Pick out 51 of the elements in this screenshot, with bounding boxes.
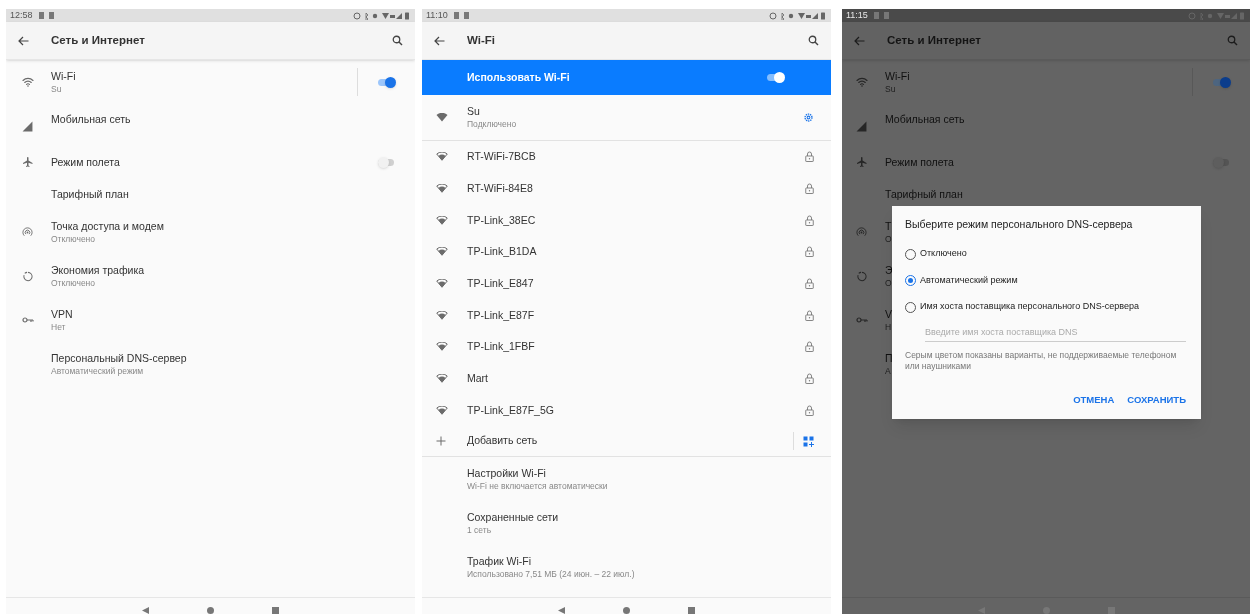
dialog-note: Серым цветом показаны варианты, не поддерживаемые телефоном или наушниками [905,350,1178,373]
add-network-label: Добавить сеть [467,433,539,449]
option-label: Автоматический режим [920,273,1018,287]
status-time: 11:15 [846,11,868,20]
item-title: Трафик Wi-Fi [467,554,531,568]
item-title: Режим полета [885,155,954,169]
item-title: Персональный DNS-сервер [51,351,187,365]
screen-title: Wi-Fi [467,32,496,48]
item-title: Т [885,219,892,233]
screen-title: Сеть и Интернет [51,32,146,48]
item-subtitle: 1 сеть [467,523,492,536]
network-name: TP-Link_1FBF [467,340,536,354]
network-name: TP-Link_B1DA [467,245,538,259]
network-name: RT-WiFi-7BCB [467,150,537,164]
network-name: TP-Link_E87F [467,308,536,322]
item-title: Настройки Wi-Fi [467,466,546,480]
option-label: Имя хоста поставщика персонального DNS-сервера [920,300,1139,314]
item-title: Мобильная сеть [885,113,965,126]
item-title: Wi-Fi [885,69,910,83]
item-title: П [885,351,893,365]
item-subtitle: Отключено [51,232,96,245]
item-title: Э [885,263,893,277]
item-title: Экономия трафика [51,263,145,277]
item-subtitle: Wi-Fi не включается автоматически [467,479,608,492]
network-name: TP-Link_E87F_5G [467,403,555,417]
item-title: Тарифный план [51,187,129,201]
network-name: TP-Link_E847 [467,277,535,291]
item-subtitle: Автоматический режим [51,364,144,377]
screen-title: Сеть и Интернет [887,32,982,48]
dialog-title: Выберите режим персонального DNS-сервера [905,217,1134,232]
item-subtitle: Нет [51,320,66,333]
item-title: Точка доступа и модем [51,219,164,233]
status-time: 12:58 [10,11,33,20]
item-title: Режим полета [51,155,120,169]
item-subtitle: Использовано 7,51 МБ (24 июн. – 22 июл.) [467,567,635,580]
network-name: Mart [467,372,489,386]
item-title: Мобильная сеть [51,113,131,126]
master-switch-label: Использовать Wi-Fi [467,69,571,85]
item-title: Wi-Fi [51,69,76,83]
network-status: Подключено [467,118,518,130]
item-title: Сохраненные сети [467,510,559,524]
network-name: Su [467,105,481,118]
item-subtitle: Su [51,82,62,95]
network-name: RT-WiFi-84E8 [467,182,534,196]
option-label: Отключено [920,247,967,261]
status-time: 11:10 [426,11,448,20]
item-title: Тарифный план [885,187,963,201]
network-name: TP-Link_38EC [467,213,537,227]
item-title: VPN [51,307,73,321]
item-subtitle: Отключено [51,276,96,289]
item-title: V [885,307,892,321]
